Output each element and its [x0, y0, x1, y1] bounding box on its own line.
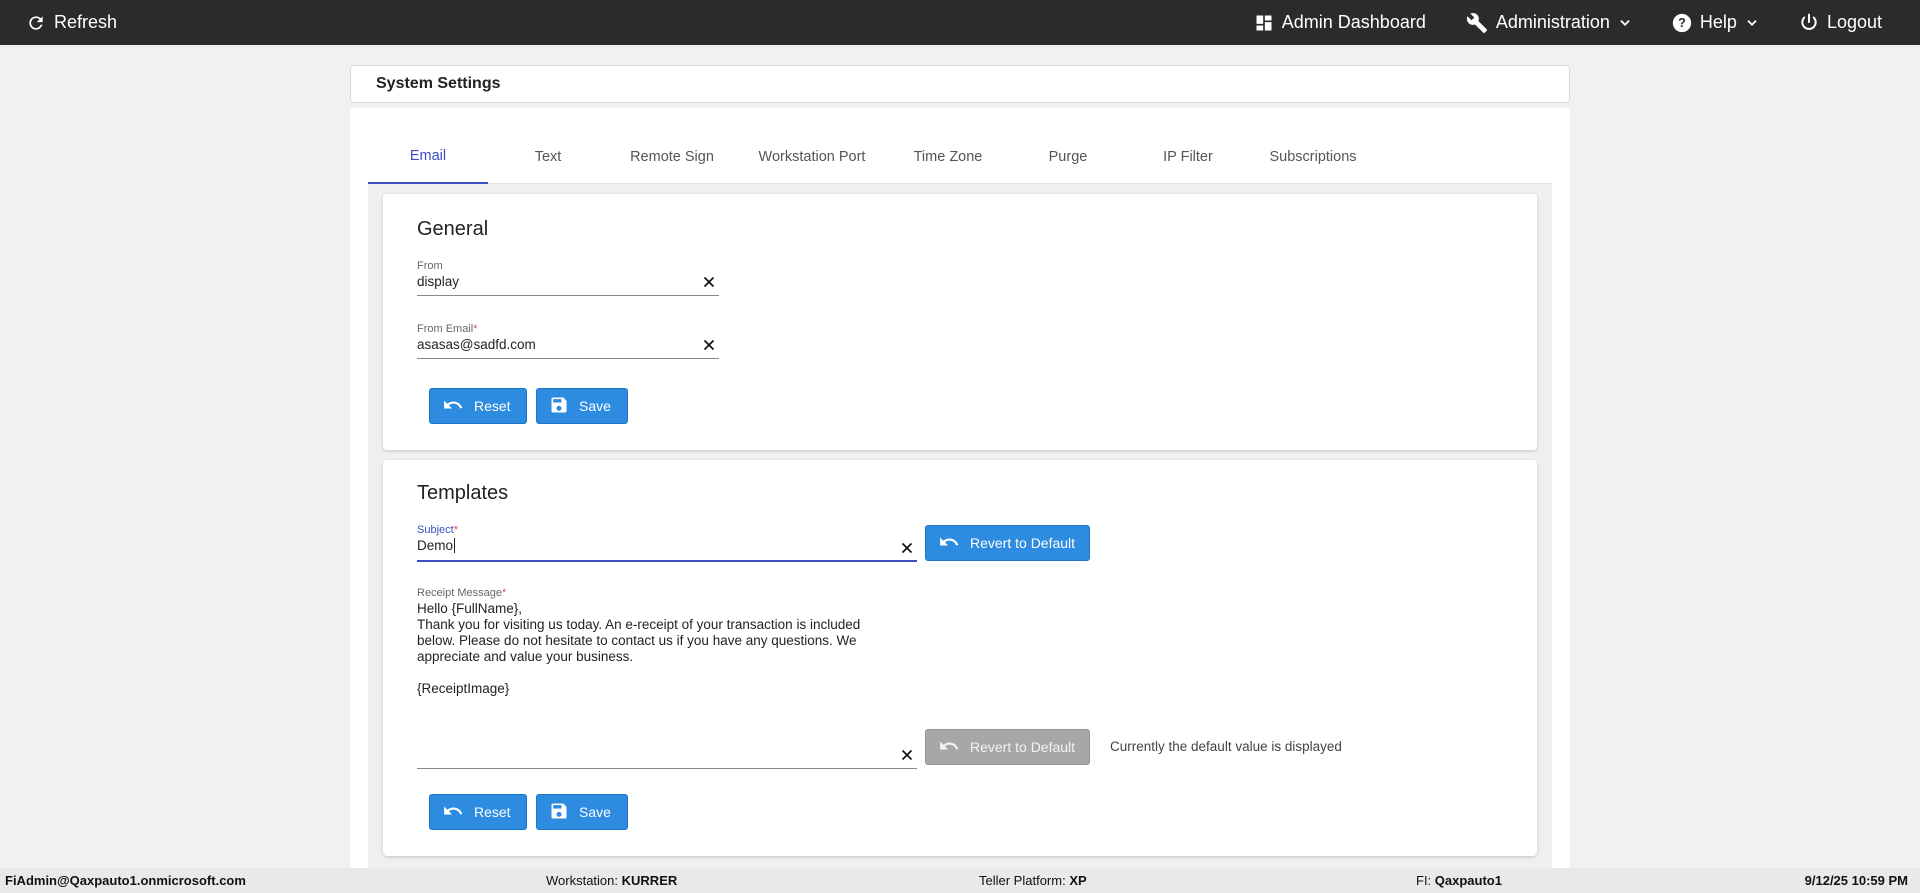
- default-value-note: Currently the default value is displayed: [1110, 739, 1342, 754]
- settings-tabs: Email Text Remote Sign Workstation Port …: [368, 130, 1552, 184]
- from-field[interactable]: From display: [417, 260, 719, 296]
- dashboard-icon: [1254, 13, 1274, 33]
- page-header: System Settings: [350, 65, 1570, 103]
- refresh-label: Refresh: [54, 12, 118, 32]
- help-menu[interactable]: ? Help: [1672, 12, 1759, 33]
- templates-card: Templates Subject* Demo Revert to Defaul…: [383, 460, 1537, 856]
- status-fi: FI: Qaxpauto1: [1416, 873, 1502, 888]
- help-label: Help: [1699, 12, 1737, 32]
- chevron-down-icon: [1745, 16, 1759, 30]
- tab-text[interactable]: Text: [488, 130, 608, 184]
- templates-heading: Templates: [417, 482, 509, 504]
- close-icon[interactable]: [901, 749, 913, 761]
- from-email-label: From Email*: [417, 323, 478, 335]
- floppy-disk-icon: [549, 395, 569, 418]
- status-bar: FiAdmin@Qaxpauto1.onmicrosoft.com Workst…: [0, 868, 1920, 893]
- templates-save-button[interactable]: Save: [536, 794, 628, 830]
- tab-workstation-port[interactable]: Workstation Port: [736, 130, 888, 184]
- save-label: Save: [579, 398, 611, 414]
- tab-content: General From display From Email* asasas@…: [368, 184, 1552, 868]
- status-workstation: Workstation: KURRER: [546, 873, 678, 888]
- chevron-down-icon: [1618, 16, 1632, 30]
- undo-icon: [938, 738, 960, 757]
- receipt-revert-button[interactable]: Revert to Default: [925, 729, 1090, 765]
- tab-purge[interactable]: Purge: [1008, 130, 1128, 184]
- subject-revert-button[interactable]: Revert to Default: [925, 525, 1090, 561]
- from-email-field[interactable]: From Email* asasas@sadfd.com: [417, 323, 719, 359]
- general-reset-button[interactable]: Reset: [429, 388, 527, 424]
- general-save-button[interactable]: Save: [536, 388, 628, 424]
- close-icon[interactable]: [901, 542, 913, 554]
- undo-icon: [442, 397, 464, 416]
- svg-text:?: ?: [1678, 16, 1686, 30]
- from-label: From: [417, 260, 443, 272]
- undo-icon: [938, 534, 960, 553]
- help-circle-icon: ?: [1672, 13, 1692, 33]
- status-datetime: 9/12/25 10:59 PM: [1804, 873, 1908, 888]
- status-teller-platform: Teller Platform: XP: [979, 873, 1087, 888]
- from-value: display: [417, 274, 460, 289]
- page-title: System Settings: [376, 75, 501, 92]
- settings-panel: Email Text Remote Sign Workstation Port …: [350, 108, 1570, 868]
- floppy-disk-icon: [549, 801, 569, 824]
- reset-label: Reset: [474, 398, 511, 414]
- power-icon: [1799, 13, 1819, 33]
- receipt-message-value[interactable]: Hello {FullName}, Thank you for visiting…: [417, 601, 897, 697]
- general-card: General From display From Email* asasas@…: [383, 194, 1537, 450]
- tab-ip-filter[interactable]: IP Filter: [1128, 130, 1248, 184]
- admin-dashboard-link[interactable]: Admin Dashboard: [1254, 12, 1426, 33]
- revert-label: Revert to Default: [970, 535, 1076, 551]
- tab-email[interactable]: Email: [368, 130, 488, 184]
- close-icon[interactable]: [703, 276, 715, 288]
- status-user: FiAdmin@Qaxpauto1.onmicrosoft.com: [5, 873, 246, 888]
- admin-dashboard-label: Admin Dashboard: [1281, 12, 1426, 32]
- subject-value: Demo: [417, 538, 456, 553]
- logout-label: Logout: [1826, 12, 1882, 32]
- tab-time-zone[interactable]: Time Zone: [888, 130, 1008, 184]
- top-nav-bar: Refresh Admin Dashboard Administration ?…: [0, 0, 1920, 45]
- wrench-icon: [1466, 12, 1488, 34]
- subject-label: Subject*: [417, 524, 458, 536]
- undo-icon: [442, 803, 464, 822]
- logout-button[interactable]: Logout: [1799, 12, 1882, 33]
- administration-menu[interactable]: Administration: [1466, 12, 1632, 34]
- reset-label: Reset: [474, 804, 511, 820]
- from-email-value: asasas@sadfd.com: [417, 337, 536, 352]
- administration-label: Administration: [1495, 12, 1610, 32]
- close-icon[interactable]: [703, 339, 715, 351]
- tab-subscriptions[interactable]: Subscriptions: [1248, 130, 1378, 184]
- subject-field[interactable]: Subject* Demo: [417, 524, 917, 562]
- revert-label: Revert to Default: [970, 739, 1076, 755]
- save-label: Save: [579, 804, 611, 820]
- tab-remote-sign[interactable]: Remote Sign: [608, 130, 736, 184]
- templates-reset-button[interactable]: Reset: [429, 794, 527, 830]
- refresh-icon: [26, 13, 46, 33]
- refresh-button[interactable]: Refresh: [26, 0, 117, 45]
- general-heading: General: [417, 218, 489, 240]
- receipt-message-label: Receipt Message*: [417, 587, 507, 599]
